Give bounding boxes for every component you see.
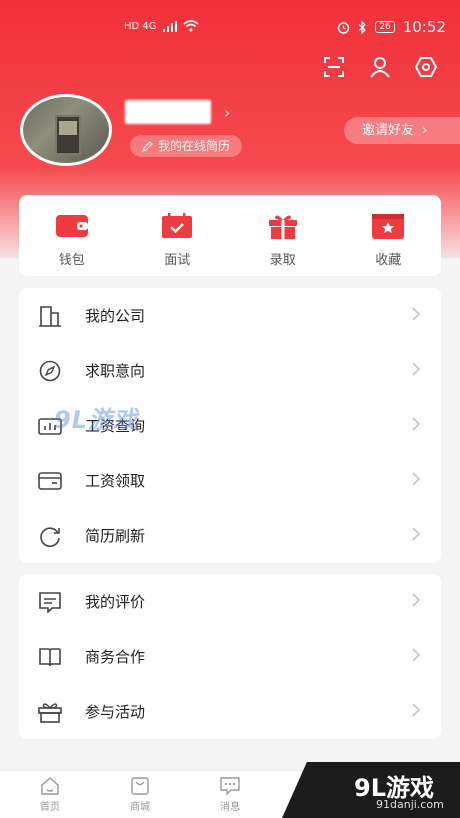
gift-outline-icon bbox=[38, 702, 62, 723]
username-chevron-icon: › bbox=[224, 103, 231, 122]
avatar-photo-window bbox=[59, 121, 77, 135]
status-time: 10:52 bbox=[402, 18, 446, 36]
compass-icon bbox=[39, 360, 61, 381]
chevron-right-icon bbox=[412, 648, 421, 662]
comment-icon bbox=[39, 591, 61, 613]
corner-watermark-logo: 9L游戏 91danji.com bbox=[282, 762, 460, 818]
message-icon bbox=[220, 777, 240, 795]
wallet-icon bbox=[55, 215, 88, 237]
quick-action-favorites[interactable]: 收藏 bbox=[358, 213, 418, 276]
tab-messages[interactable]: 消息 bbox=[210, 777, 250, 813]
username-redacted[interactable] bbox=[125, 100, 211, 124]
site-watermark: 9L游戏 bbox=[54, 406, 138, 434]
menu-item-join-activities[interactable]: 参与活动 bbox=[19, 684, 441, 739]
chevron-right-icon bbox=[412, 593, 421, 607]
menu-item-label: 我的公司 bbox=[85, 307, 146, 325]
chevron-right-icon bbox=[412, 472, 421, 486]
invite-chevron-icon: › bbox=[418, 123, 428, 138]
tab-label: 首页 bbox=[40, 802, 60, 813]
chevron-right-icon bbox=[412, 307, 421, 321]
quick-action-label: 面试 bbox=[164, 253, 191, 268]
chevron-right-icon bbox=[412, 417, 421, 431]
battery-indicator: 26 bbox=[375, 21, 395, 33]
menu-item-job-intention[interactable]: 求职意向 bbox=[19, 343, 441, 398]
menu-item-salary-claim[interactable]: 工资领取 bbox=[19, 453, 441, 508]
building-icon bbox=[39, 305, 61, 327]
corner-watermark-url: 91danji.com bbox=[376, 798, 444, 811]
menu-item-my-company[interactable]: 我的公司 bbox=[19, 288, 441, 343]
tab-shop[interactable]: 商城 bbox=[120, 777, 160, 813]
quick-action-wallet[interactable]: 钱包 bbox=[42, 213, 102, 276]
signal-icon bbox=[162, 20, 177, 32]
online-resume-button[interactable]: 我的在线简历 bbox=[130, 135, 243, 157]
quick-action-label: 收藏 bbox=[375, 253, 402, 268]
invite-friends-label: 邀请好友 bbox=[362, 123, 415, 138]
gift-icon bbox=[268, 215, 297, 239]
chevron-right-icon bbox=[412, 703, 421, 717]
quick-action-label: 录取 bbox=[269, 253, 296, 268]
quick-action-offer[interactable]: 录取 bbox=[253, 213, 313, 276]
menu-item-label: 简历刷新 bbox=[85, 527, 146, 545]
menu-item-resume-refresh[interactable]: 简历刷新 bbox=[19, 508, 441, 563]
star-box-icon bbox=[372, 214, 405, 239]
quick-action-label: 钱包 bbox=[58, 253, 85, 268]
online-resume-label: 我的在线简历 bbox=[158, 139, 231, 153]
menu-item-my-reviews[interactable]: 我的评价 bbox=[19, 574, 441, 629]
menu-item-label: 工资领取 bbox=[85, 472, 146, 490]
menu-item-label: 参与活动 bbox=[85, 703, 146, 721]
avatar[interactable] bbox=[20, 94, 112, 166]
user-profile-icon[interactable] bbox=[368, 55, 392, 79]
scan-icon[interactable] bbox=[322, 55, 346, 79]
book-icon bbox=[39, 647, 61, 666]
card-icon bbox=[38, 471, 62, 490]
status-bar: HD 4G 26 10:52 bbox=[0, 0, 460, 52]
calendar-check-icon bbox=[162, 213, 193, 238]
settings-icon[interactable] bbox=[414, 55, 438, 79]
alarm-icon bbox=[338, 21, 350, 34]
home-icon bbox=[41, 777, 59, 795]
tab-home[interactable]: 首页 bbox=[30, 777, 70, 813]
shop-icon bbox=[131, 777, 149, 795]
invite-friends-button[interactable]: 邀请好友 › bbox=[344, 117, 460, 144]
status-right: 26 10:52 bbox=[337, 18, 446, 36]
refresh-icon bbox=[40, 526, 60, 547]
tab-label: 消息 bbox=[220, 802, 240, 813]
menu-group-secondary: 我的评价 商务合作 参与活动 bbox=[19, 574, 441, 739]
menu-item-label: 我的评价 bbox=[85, 593, 146, 611]
menu-item-label: 求职意向 bbox=[85, 362, 146, 380]
network-label: HD 4G bbox=[124, 20, 157, 32]
bluetooth-icon bbox=[358, 20, 367, 34]
menu-item-business-cooperation[interactable]: 商务合作 bbox=[19, 629, 441, 684]
menu-item-label: 商务合作 bbox=[85, 648, 146, 666]
chevron-right-icon bbox=[412, 362, 421, 376]
chevron-right-icon bbox=[412, 527, 421, 541]
edit-icon bbox=[142, 140, 153, 152]
quick-action-interview[interactable]: 面试 bbox=[147, 213, 207, 276]
tab-label: 商城 bbox=[130, 802, 150, 813]
wifi-icon bbox=[182, 20, 199, 32]
header-actions bbox=[322, 55, 438, 79]
quick-actions-card: 钱包 面试 录取 收藏 bbox=[19, 195, 441, 276]
status-network: HD 4G bbox=[124, 20, 199, 32]
